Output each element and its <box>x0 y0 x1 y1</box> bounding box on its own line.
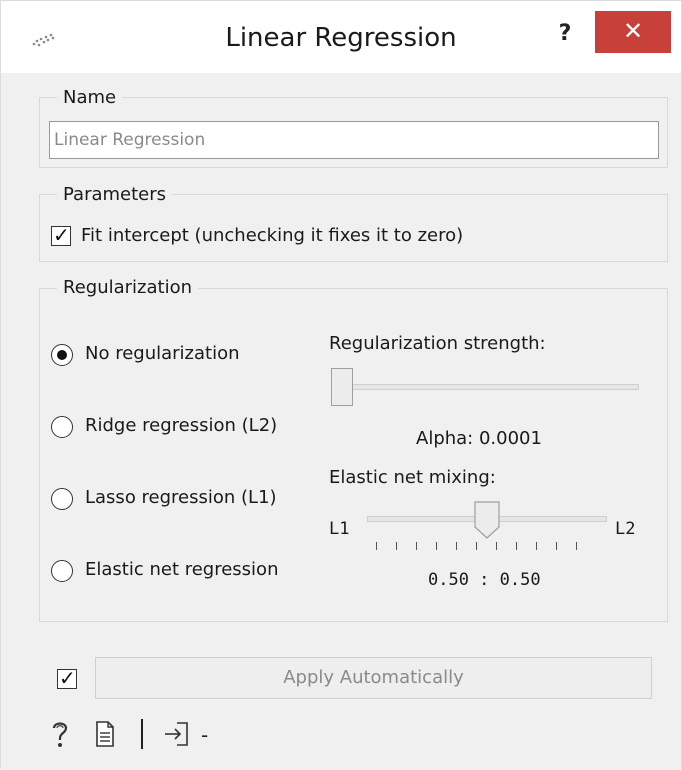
mixing-value-label: 0.50 : 0.50 <box>428 570 541 590</box>
regularization-strength-label: Regularization strength: <box>329 333 546 354</box>
option-lasso-regression-label: Lasso regression (L1) <box>85 487 277 508</box>
mixing-tick-mark <box>536 542 537 550</box>
status-dash: - <box>201 723 209 747</box>
mixing-tick-mark <box>556 542 557 550</box>
option-no-regularization-label: No regularization <box>85 343 240 364</box>
mixing-tick-mark <box>516 542 517 550</box>
name-group-title: Name <box>57 87 123 108</box>
question-icon[interactable] <box>49 719 71 749</box>
radio-selected-dot <box>57 350 67 360</box>
mixing-tick-mark <box>496 542 497 550</box>
fit-intercept-checkbox[interactable]: ✓ <box>51 223 71 247</box>
checkmark-icon: ✓ <box>53 223 70 247</box>
regularization-group-title: Regularization <box>57 277 198 298</box>
option-elastic-net-label: Elastic net regression <box>85 559 279 580</box>
mixing-tick-mark <box>456 542 457 550</box>
mixing-tick-mark <box>376 542 377 550</box>
name-input[interactable] <box>49 121 659 159</box>
strength-slider-handle[interactable] <box>331 368 353 406</box>
mixing-tick-mark <box>396 542 397 550</box>
mixing-tick-mark <box>476 542 477 550</box>
mixing-left-label: L1 <box>329 519 350 539</box>
mixing-right-label: L2 <box>615 519 636 539</box>
radio-no-regularization[interactable] <box>51 344 73 366</box>
checkmark-icon: ✓ <box>59 666 76 690</box>
close-button[interactable]: ✕ <box>595 11 671 53</box>
fit-intercept-label: Fit intercept (unchecking it fixes it to… <box>81 225 464 246</box>
radio-ridge-regression[interactable] <box>51 416 73 438</box>
strength-slider-track[interactable] <box>333 384 639 390</box>
title-bar: Linear Regression ? ✕ <box>1 1 681 73</box>
option-ridge-regression-label: Ridge regression (L2) <box>85 415 278 436</box>
radio-elastic-net-regression[interactable] <box>51 560 73 582</box>
parameters-group-title: Parameters <box>57 184 173 205</box>
mixing-tick-mark <box>416 542 417 550</box>
input-arrow-icon[interactable] <box>163 721 191 747</box>
mixing-tick-mark <box>436 542 437 550</box>
alpha-value-label: Alpha: 0.0001 <box>416 428 542 449</box>
mixing-tick-mark <box>576 542 577 550</box>
document-icon[interactable] <box>95 721 115 747</box>
linear-regression-window: Linear Regression ? ✕ Name Parameters ✓ … <box>0 0 682 770</box>
radio-lasso-regression[interactable] <box>51 488 73 510</box>
help-button[interactable]: ? <box>547 19 583 49</box>
mixing-slider-handle[interactable] <box>474 501 500 539</box>
apply-automatically-button[interactable]: Apply Automatically <box>95 657 652 699</box>
elastic-net-mixing-label: Elastic net mixing: <box>329 467 496 488</box>
footer-separator <box>141 719 143 749</box>
auto-apply-checkbox[interactable]: ✓ <box>57 666 77 690</box>
